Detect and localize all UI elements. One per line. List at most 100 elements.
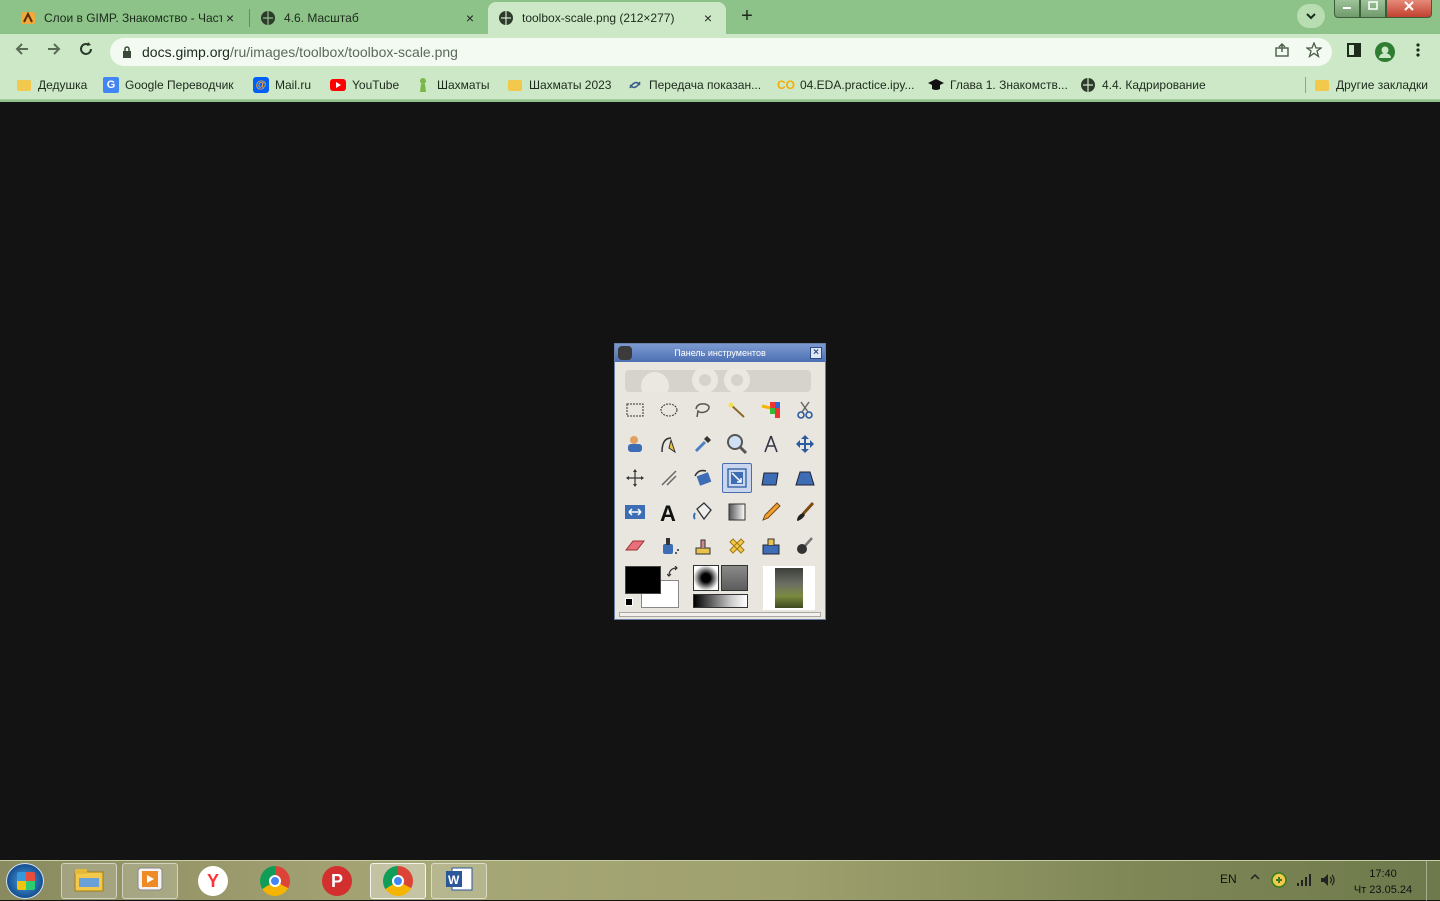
measure-icon: [757, 430, 785, 458]
blend-gradient-icon: [723, 498, 751, 526]
bookmark-item[interactable]: Дедушка: [16, 75, 87, 95]
colab-icon: CO: [777, 78, 795, 92]
eraser-icon: [621, 532, 649, 560]
folder-icon: [16, 77, 32, 93]
chrome-profile-icon: [383, 866, 413, 896]
tab-toolbox-image[interactable]: toolbox-scale.png (212×277) ×: [488, 2, 726, 34]
clock-time: 17:40: [1369, 868, 1397, 880]
tab-title: 4.6. Масштаб: [284, 11, 359, 25]
google-translate-icon: G: [103, 77, 119, 93]
tab-title: Слои в GIMP. Знакомство - Част: [44, 11, 222, 25]
taskbar-yandex[interactable]: Y: [185, 863, 241, 899]
taskbar: Y P W EN 17:40 Чт 23.05.24: [0, 860, 1440, 901]
system-clock[interactable]: 17:40 Чт 23.05.24: [1350, 866, 1416, 898]
url-text[interactable]: docs.gimp.org/ru/images/toolbox/toolbox-…: [142, 38, 458, 66]
bookmark-item[interactable]: @ Mail.ru: [253, 75, 311, 95]
show-hidden-icons-icon[interactable]: [1250, 871, 1260, 885]
close-window-button[interactable]: [1386, 0, 1432, 18]
bookmark-item[interactable]: Передача показан...: [627, 75, 761, 95]
foreground-color-swatch: [625, 566, 661, 594]
paintbrush-icon: [791, 498, 819, 526]
profile-avatar-icon[interactable]: [1375, 42, 1395, 62]
graduation-cap-icon: [928, 77, 944, 93]
svg-text:A: A: [660, 501, 676, 523]
bookmarks-bar: Дедушка G Google Переводчик @ Mail.ru YouT…: [0, 70, 1440, 100]
language-indicator[interactable]: EN: [1220, 872, 1237, 886]
scissors-icon: [791, 396, 819, 424]
gimp-wilber-logo: [625, 367, 811, 392]
svg-text:W: W: [448, 873, 460, 887]
fuzzy-select-wand-icon: [723, 396, 751, 424]
color-picker-icon: [689, 430, 717, 458]
minimize-window-button[interactable]: [1334, 0, 1360, 18]
p-reader-icon: P: [322, 866, 352, 896]
gradient-preview: [693, 594, 748, 608]
toolbox-image[interactable]: Панель инструментов × A: [614, 343, 826, 620]
select-by-color-icon: [757, 396, 785, 424]
menu-kebab-icon[interactable]: [1408, 42, 1428, 62]
foreground-select-icon: [621, 430, 649, 458]
shear-icon: [757, 464, 785, 492]
network-signal-icon[interactable]: [1296, 873, 1312, 890]
swap-colors-icon: [666, 565, 679, 581]
scale-tool-icon: [722, 463, 752, 493]
close-tab-icon[interactable]: ×: [462, 10, 478, 26]
taskbar-chrome[interactable]: [247, 863, 303, 899]
bookmark-item[interactable]: CO 04.EDA.practice.ipy...: [777, 75, 915, 95]
link-icon: [627, 77, 643, 93]
rect-select-icon: [621, 396, 649, 424]
show-desktop-button[interactable]: [1426, 861, 1440, 901]
taskbar-media-player[interactable]: [122, 863, 178, 899]
browser-toolbar: docs.gimp.org/ru/images/toolbox/toolbox-…: [0, 34, 1440, 70]
default-colors-icon: [625, 598, 633, 606]
reload-icon[interactable]: [74, 40, 98, 64]
folder-icon: [507, 77, 523, 93]
back-icon[interactable]: [10, 40, 34, 64]
bookmark-star-icon[interactable]: [1304, 41, 1324, 62]
maximize-window-button[interactable]: [1360, 0, 1386, 18]
browser-window-frame: Слои в GIMP. Знакомство - Част × 4.6. Ма…: [0, 0, 1440, 102]
windows-logo-icon: [17, 872, 35, 890]
tray-app-icon[interactable]: [1271, 872, 1287, 891]
globe-icon: [1080, 77, 1096, 93]
perspective-icon: [791, 464, 819, 492]
share-icon[interactable]: [1272, 42, 1292, 62]
bookmark-item[interactable]: Шахматы: [415, 75, 489, 95]
new-tab-button[interactable]: +: [735, 5, 759, 29]
lock-icon: [123, 46, 131, 58]
ellipse-select-icon: [655, 396, 683, 424]
media-player-icon: [136, 866, 164, 897]
paths-icon: [655, 430, 683, 458]
close-icon: ×: [810, 347, 822, 359]
close-tab-icon[interactable]: ×: [700, 10, 716, 26]
bookmark-item[interactable]: G Google Переводчик: [103, 75, 234, 95]
close-tab-icon[interactable]: ×: [222, 10, 238, 26]
folder-icon: [1314, 77, 1330, 93]
chrome-icon: [260, 866, 290, 896]
magnify-icon: [723, 430, 751, 458]
taskbar-chrome-profile[interactable]: [370, 863, 426, 899]
gimp-titlebar: Панель инструментов ×: [615, 344, 825, 362]
rotate-icon: [689, 464, 717, 492]
other-bookmarks-folder[interactable]: Другие закладки: [1314, 75, 1428, 95]
globe-icon: [498, 10, 514, 26]
forward-icon[interactable]: [42, 40, 66, 64]
bookmark-item[interactable]: Глава 1. Знакомств...: [928, 75, 1068, 95]
side-panel-icon[interactable]: [1344, 42, 1364, 62]
tab-gimp-layers[interactable]: Слои в GIMP. Знакомство - Част ×: [10, 2, 248, 34]
tab-search-chevron-icon[interactable]: [1297, 4, 1325, 28]
address-bar[interactable]: docs.gimp.org/ru/images/toolbox/toolbox-…: [110, 38, 1332, 66]
start-button[interactable]: [6, 863, 44, 899]
tab-scale[interactable]: 4.6. Масштаб ×: [250, 2, 488, 34]
taskbar-explorer[interactable]: [61, 863, 117, 899]
word-icon: W: [444, 866, 474, 897]
bookmark-item[interactable]: YouTube: [330, 75, 399, 95]
bookmark-item[interactable]: 4.4. Кадрирование: [1080, 75, 1206, 95]
gimp-window-title: Панель инструментов: [674, 348, 766, 358]
bookmarks-separator: [1305, 77, 1306, 93]
volume-icon[interactable]: [1320, 873, 1336, 890]
ink-icon: [689, 532, 717, 560]
bookmark-item[interactable]: Шахматы 2023: [507, 75, 611, 95]
taskbar-word[interactable]: W: [431, 863, 487, 899]
taskbar-reader[interactable]: P: [309, 863, 365, 899]
